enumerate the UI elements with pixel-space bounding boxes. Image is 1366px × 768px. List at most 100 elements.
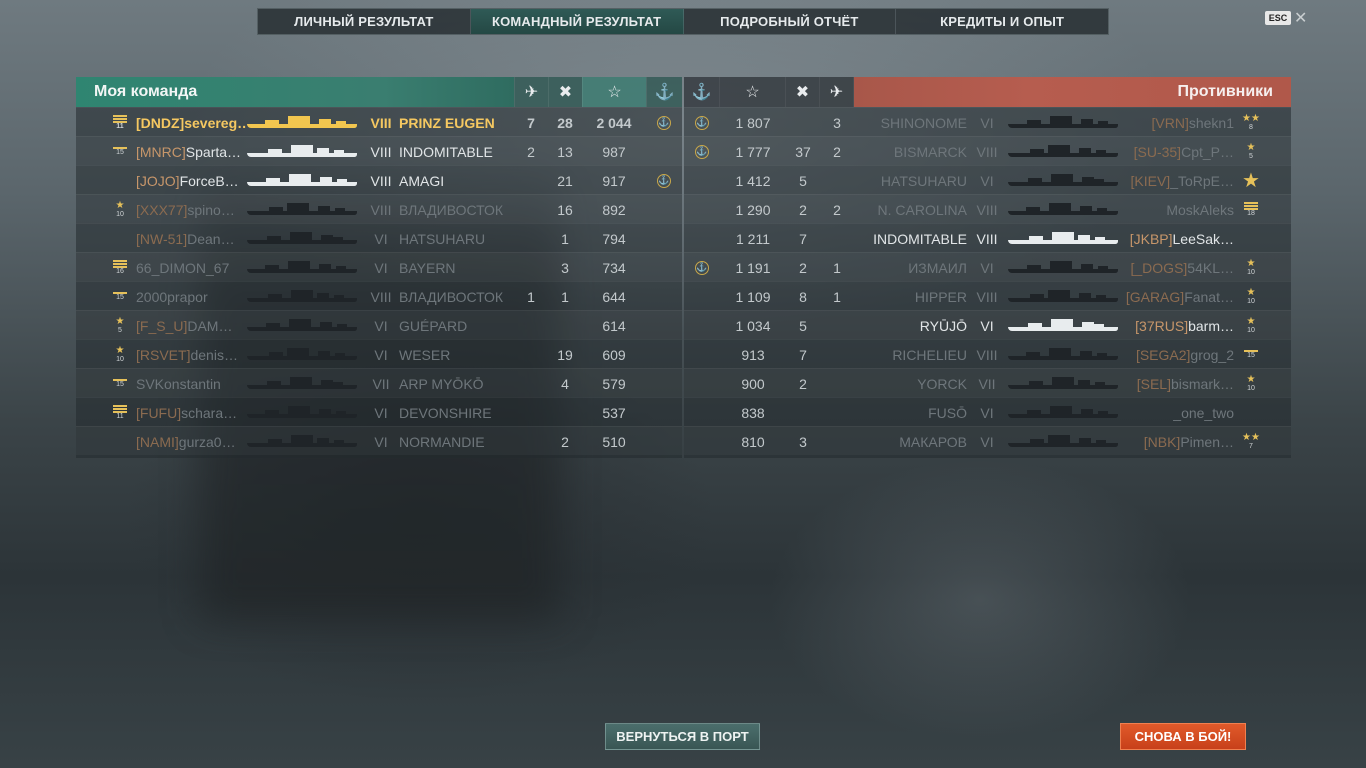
ship-image bbox=[1002, 311, 1124, 340]
anchor-cell bbox=[684, 340, 720, 369]
ship-image bbox=[246, 137, 358, 166]
ship-superstructure bbox=[337, 323, 347, 328]
ship-superstructure bbox=[320, 321, 332, 328]
anchor-cell bbox=[646, 340, 682, 369]
star-icon[interactable]: ☆ bbox=[720, 77, 786, 107]
frag-icon[interactable]: ✖ bbox=[548, 77, 582, 107]
table-row[interactable]: [NW-51] Dean… VI HATSUHARU 1 794 bbox=[76, 223, 682, 252]
anchor-cell bbox=[646, 195, 682, 224]
rank-star-icon: ★ bbox=[115, 315, 125, 327]
table-row[interactable]: ⚓ 1 191 2 1 ИЗМАИЛ VI [_DOGS] 54KL… ★ 10 bbox=[684, 252, 1291, 281]
battle-again-button[interactable]: СНОВА В БОЙ! bbox=[1120, 723, 1246, 750]
ship-superstructure bbox=[1094, 323, 1104, 328]
frags-count: 37 bbox=[795, 143, 811, 160]
player-name: [NBK] Pimen… bbox=[1124, 427, 1234, 456]
star-icon[interactable]: ☆ bbox=[582, 77, 646, 107]
ship-superstructure bbox=[1027, 409, 1041, 415]
table-row[interactable]: 1 290 2 2 N. CAROLINA VIII MoskAleks 18 bbox=[684, 194, 1291, 223]
base-xp: 913 bbox=[741, 346, 765, 363]
rank-star-icon: ★ bbox=[1246, 373, 1256, 385]
rank-number: 11 bbox=[116, 122, 124, 130]
table-row[interactable]: 1 211 7 INDOMITABLE VIII [JKBP] LeeSak… bbox=[684, 223, 1291, 252]
ship-name: DEVONSHIRE bbox=[399, 404, 492, 421]
anchor-icon[interactable]: ⚓ bbox=[684, 77, 720, 107]
ship-name: GUÉPARD bbox=[399, 317, 468, 334]
ship-tier: VI bbox=[980, 404, 994, 421]
anchor-icon[interactable]: ⚓ bbox=[646, 77, 682, 107]
anchor-cell bbox=[684, 282, 720, 311]
ship-tier: VI bbox=[374, 317, 388, 334]
rank-star-icon: ★ bbox=[1246, 141, 1256, 153]
ship-silhouette bbox=[1008, 347, 1118, 362]
table-row[interactable]: ★ 10 [XXX77] spino… VIII ВЛАДИВОСТОК 16 892 bbox=[76, 194, 682, 223]
ship-superstructure bbox=[1098, 120, 1108, 125]
table-row[interactable]: ⚓ 1 777 37 2 BISMARCK VIII [SU-35] Cpt_P… ★ 5 bbox=[684, 136, 1291, 165]
frags-count: 5 bbox=[799, 317, 807, 334]
player-name: [SEL] bismark… bbox=[1124, 369, 1234, 398]
planes-destroyed bbox=[514, 398, 548, 427]
tab-personal-result[interactable]: ЛИЧНЫЙ РЕЗУЛЬТАТ bbox=[258, 9, 471, 34]
table-row[interactable]: 900 2 YORCK VII [SEL] bismark… ★ 10 bbox=[684, 368, 1291, 397]
planes-destroyed: 3 bbox=[833, 114, 841, 131]
close-icon[interactable]: ✕ bbox=[1294, 8, 1307, 28]
frags-count: 16 bbox=[557, 201, 573, 218]
ship-superstructure bbox=[290, 376, 312, 386]
ship-tier: VIII bbox=[976, 230, 998, 247]
table-row[interactable]: 838 FUSŌ VI _one_two bbox=[684, 397, 1291, 426]
table-row[interactable]: 810 3 МАКАРОВ VI [NBK] Pimen… ★★ 7 bbox=[684, 426, 1291, 455]
table-row[interactable]: 15 [MNRC] Sparta… VIII INDOMITABLE 2 13 987 bbox=[76, 136, 682, 165]
plane-kill-icon[interactable]: ✈ bbox=[820, 77, 854, 107]
tab-team-result[interactable]: КОМАНДНЫЙ РЕЗУЛЬТАТ bbox=[470, 9, 684, 34]
table-row[interactable]: 16 66_DIMON_67 VI BAYERN 3 734 bbox=[76, 252, 682, 281]
player-nick: MoskAleks bbox=[1166, 201, 1234, 218]
ship-superstructure bbox=[1052, 231, 1074, 241]
ship-superstructure bbox=[289, 173, 311, 183]
table-row[interactable]: ★ 10 [RSVET] denis… VI WESER 19 609 bbox=[76, 339, 682, 368]
anchor-cell bbox=[684, 311, 720, 340]
table-row[interactable]: 1 034 5 RYŪJŌ VI [37RUS] barm… ★ 10 bbox=[684, 310, 1291, 339]
anchor-cell bbox=[646, 224, 682, 253]
rank-stripes-icon bbox=[1244, 201, 1258, 210]
player-nick: Sparta… bbox=[185, 143, 242, 160]
planes-destroyed bbox=[514, 195, 548, 224]
tab-detailed-report[interactable]: ПОДРОБНЫЙ ОТЧЁТ bbox=[684, 9, 897, 34]
table-row[interactable]: 913 7 RICHELIEU VIII [SEGA2] grog_2 15 bbox=[684, 339, 1291, 368]
planes-destroyed bbox=[820, 311, 854, 340]
ship-image bbox=[1002, 108, 1124, 137]
table-row[interactable]: 15 SVKonstantin VII ARP MYŌKŌ 4 579 bbox=[76, 368, 682, 397]
frag-icon[interactable]: ✖ bbox=[786, 77, 820, 107]
table-row[interactable]: [NAMI] gurza0… VI NORMANDIE 2 510 bbox=[76, 426, 682, 455]
plane-kill-icon[interactable]: ✈ bbox=[514, 77, 548, 107]
ship-superstructure bbox=[1081, 118, 1093, 125]
ship-superstructure bbox=[318, 350, 330, 357]
table-row[interactable]: 1 412 5 HATSUHARU VI [KIEV] _ToRpE… ★ bbox=[684, 165, 1291, 194]
table-row[interactable]: 11 [FUFU] schara… VI DEVONSHIRE 537 bbox=[76, 397, 682, 426]
ship-tier: VI bbox=[980, 172, 994, 189]
table-row[interactable]: ⚓ 1 807 3 SHINONOME VI [VRN] shekn1 ★★ 8 bbox=[684, 107, 1291, 136]
player-nick: severeg… bbox=[184, 114, 246, 131]
table-row[interactable]: 1 109 8 1 HIPPER VIII [GARAG] Fanat… ★ 10 bbox=[684, 281, 1291, 310]
rank-number: 10 bbox=[1247, 384, 1255, 392]
rank-badge: ★ 10 bbox=[1240, 282, 1262, 311]
ship-image bbox=[246, 311, 358, 340]
esc-key-hint: ESC bbox=[1265, 11, 1291, 25]
table-row[interactable]: 11 [DNDZ] severeg… VIII PRINZ EUGEN 7 28 2 044 ⚓ bbox=[76, 107, 682, 136]
base-xp: 900 bbox=[741, 375, 765, 392]
rank-star-icon: ★ bbox=[1246, 257, 1256, 269]
table-row[interactable]: 15 2000prapor VIII ВЛАДИВОСТОК 1 1 644 bbox=[76, 281, 682, 310]
table-row[interactable]: [JOJO] ForceB… VIII AMAGI 21 917 ⚓ bbox=[76, 165, 682, 194]
tab-credits-xp[interactable]: КРЕДИТЫ И ОПЫТ bbox=[896, 9, 1108, 34]
player-name: [37RUS] barm… bbox=[1124, 311, 1234, 340]
ship-image bbox=[246, 253, 358, 282]
table-row[interactable]: ★ 5 [F_S_U] DAM… VI GUÉPARD 614 bbox=[76, 310, 682, 339]
clan-tag: [SU-35] bbox=[1133, 143, 1182, 160]
rank-badge: ★ 5 bbox=[110, 311, 130, 340]
rank-badge: ★ bbox=[1240, 166, 1262, 195]
return-to-port-button[interactable]: ВЕРНУТЬСЯ В ПОРТ bbox=[605, 723, 760, 750]
clan-tag: [MNRC] bbox=[136, 143, 186, 160]
ship-image bbox=[1002, 166, 1124, 195]
ship-superstructure bbox=[1048, 434, 1070, 444]
ship-superstructure bbox=[317, 437, 329, 444]
rank-badge bbox=[110, 224, 130, 253]
rank-number: 15 bbox=[116, 293, 124, 301]
